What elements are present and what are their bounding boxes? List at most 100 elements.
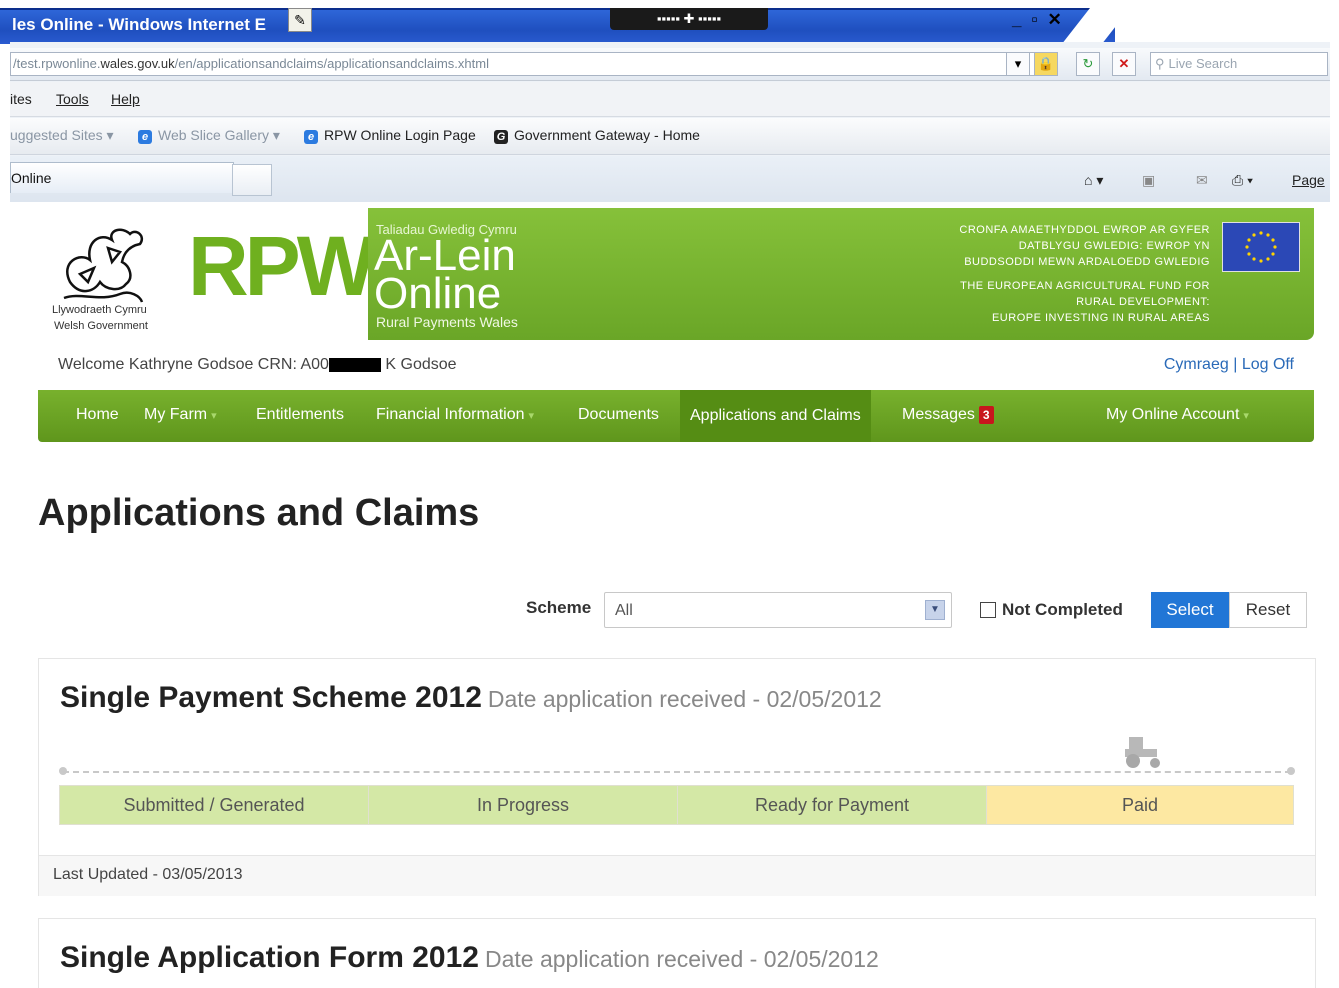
restore-icon[interactable]: ▫: [1031, 10, 1047, 29]
stop-icon[interactable]: ✕: [1112, 52, 1136, 76]
card-title: Single Payment Scheme 2012: [60, 681, 482, 714]
nav-home[interactable]: Home: [76, 406, 119, 424]
welsh-government-logo[interactable]: Llywodraeth Cymru Welsh Government RPW: [38, 208, 376, 340]
not-completed-label[interactable]: Not Completed: [1002, 600, 1123, 620]
mail-icon[interactable]: ✉: [1196, 172, 1208, 189]
chevron-down-icon: ▾: [211, 410, 217, 422]
scheme-selected-value: All: [615, 602, 633, 619]
eu-flag-icon: [1222, 222, 1300, 272]
menu-bar: ites Tools Help: [10, 82, 1330, 117]
online-title: Online: [374, 269, 502, 318]
ie-icon: e: [138, 130, 152, 144]
window-title: les Online - Windows Internet E: [12, 15, 266, 34]
address-prefix: /test.rpwonline.: [13, 56, 101, 71]
web-page: Llywodraeth Cymru Welsh Government RPW T…: [10, 202, 1330, 988]
chevron-down-icon: ▾: [1243, 410, 1249, 422]
tractor-icon: [1125, 737, 1160, 768]
favorites-bar: uggested Sites ▾ e Web Slice Gallery ▾ eR…: [10, 118, 1330, 155]
nav-messages[interactable]: Messages 3: [902, 406, 994, 424]
address-dropdown-icon[interactable]: ▾: [1006, 52, 1030, 76]
search-input[interactable]: ⚲ Live Search: [1150, 52, 1328, 76]
fav-web-slice[interactable]: e Web Slice Gallery ▾: [138, 127, 280, 144]
cymraeg-link[interactable]: Cymraeg: [1164, 356, 1229, 373]
site-banner: Llywodraeth Cymru Welsh Government RPW T…: [38, 208, 1314, 340]
search-icon: ⚲: [1155, 56, 1165, 71]
nav-my-farm[interactable]: My Farm ▾: [144, 406, 217, 424]
close-icon[interactable]: ✕: [1048, 10, 1072, 29]
nav-messages-label: Messages: [902, 406, 975, 423]
menu-help[interactable]: Help: [111, 91, 140, 107]
card-title: Single Application Form 2012: [60, 941, 479, 974]
fullscreen-toolbar-icon[interactable]: ▪▪▪▪▪ ✚ ▪▪▪▪▪: [610, 8, 768, 30]
address-path: /en/applicationsandclaims/applicationsan…: [174, 56, 489, 71]
print-icon[interactable]: ⎙ ▾: [1232, 172, 1253, 189]
dragon-icon: [63, 228, 144, 303]
browser-chrome: /test.rpwonline.wales.gov.uk/en/applicat…: [10, 42, 1330, 202]
home-icon[interactable]: ⌂ ▾: [1084, 172, 1103, 189]
card-date-received: Date application received - 02/05/2012: [484, 946, 879, 972]
fav-rpw-login-label: RPW Online Login Page: [324, 127, 476, 143]
stage-in-progress: In Progress: [368, 785, 678, 825]
nav-documents[interactable]: Documents: [578, 406, 659, 424]
page-title: Applications and Claims: [38, 492, 480, 534]
gateway-icon: G: [494, 130, 508, 144]
eu-text-line: BUDDSODDI MEWN ARDALOEDD GWLEDIG: [964, 256, 1210, 268]
eu-text-line: EUROPE INVESTING IN RURAL AREAS: [991, 312, 1210, 324]
last-updated: Last Updated - 03/05/2013: [53, 866, 243, 883]
status-stages: Submitted / Generated In Progress Ready …: [59, 785, 1295, 825]
tab-active[interactable]: Online: [10, 162, 234, 193]
window-titlebar: les Online - Windows Internet E ✎ ▪▪▪▪▪ …: [0, 0, 1339, 44]
nav-financial-information[interactable]: Financial Information ▾: [376, 406, 534, 424]
feeds-icon[interactable]: ▣: [1142, 172, 1155, 189]
user-short-name: K Godsoe: [385, 356, 457, 373]
card-heading: Single Payment Scheme 2012 Date applicati…: [60, 681, 882, 715]
user-links: Cymraeg | Log Off: [1164, 356, 1294, 374]
scheme-select[interactable]: All ▼: [604, 592, 952, 628]
gov-name-english: Welsh Government: [54, 320, 148, 332]
reset-button[interactable]: Reset: [1229, 592, 1307, 628]
welcome-message: Welcome Kathryne Godsoe CRN: A00 K Godso…: [58, 356, 457, 374]
eu-text-line: THE EUROPEAN AGRICULTURAL FUND FOR: [960, 280, 1210, 292]
eu-text-line: CRONFA AMAETHYDDOL EWROP AR GYFER: [959, 224, 1210, 236]
fav-web-slice-label: Web Slice Gallery ▾: [158, 127, 280, 143]
nav-account-label: My Online Account: [1106, 406, 1240, 423]
welcome-text: Welcome Kathryne Godsoe CRN: A00: [58, 356, 329, 373]
link-separator: |: [1233, 356, 1238, 373]
address-bar-row: /test.rpwonline.wales.gov.uk/en/applicat…: [10, 48, 1330, 81]
rpw-logo: RPW: [188, 219, 376, 313]
eu-text-line: DATBLYGU GWLEDIG: EWROP YN: [1018, 240, 1210, 252]
page-menu[interactable]: Page: [1292, 172, 1325, 188]
nav-my-online-account[interactable]: My Online Account ▾: [1106, 406, 1249, 424]
window-controls[interactable]: _▫✕: [1012, 10, 1072, 30]
card-footer: Last Updated - 03/05/2013: [39, 855, 1315, 896]
fav-suggested-sites[interactable]: uggested Sites ▾: [10, 127, 114, 144]
not-completed-checkbox[interactable]: [980, 602, 996, 618]
nav-financial-label: Financial Information: [376, 406, 525, 423]
fav-government-gateway[interactable]: G Government Gateway - Home: [494, 127, 700, 144]
lock-icon[interactable]: 🔒: [1034, 52, 1058, 76]
select-button[interactable]: Select: [1151, 592, 1229, 628]
nav-applications-and-claims[interactable]: Applications and Claims: [680, 390, 871, 442]
chevron-down-icon[interactable]: ▼: [925, 600, 945, 620]
rpw-online-banner: Taliadau Gwledig Cymru Ar-Lein Online Ru…: [368, 208, 1314, 340]
refresh-icon[interactable]: ↻: [1076, 52, 1100, 76]
new-tab-button[interactable]: [232, 164, 272, 196]
menu-favorites[interactable]: ites: [10, 91, 32, 107]
menu-tools[interactable]: Tools: [56, 91, 89, 107]
rural-payments-wales: Rural Payments Wales: [376, 314, 518, 330]
progress-track: [63, 771, 1291, 773]
gov-name-welsh: Llywodraeth Cymru: [52, 304, 147, 316]
nav-my-farm-label: My Farm: [144, 406, 208, 423]
card-date-received: Date application received - 02/05/2012: [487, 686, 882, 712]
application-card: Single Application Form 2012 Date applica…: [38, 918, 1316, 988]
address-input[interactable]: /test.rpwonline.wales.gov.uk/en/applicat…: [10, 52, 1037, 76]
stage-ready-for-payment: Ready for Payment: [677, 785, 987, 825]
pin-icon[interactable]: ✎: [288, 8, 312, 32]
minimize-icon[interactable]: _: [1012, 10, 1031, 29]
stage-paid: Paid: [986, 785, 1294, 825]
fav-rpw-login[interactable]: e RPW Online Login Page: [304, 127, 476, 144]
crn-redaction: [328, 357, 381, 372]
log-off-link[interactable]: Log Off: [1242, 356, 1294, 373]
nav-entitlements[interactable]: Entitlements: [256, 406, 344, 424]
progress-end-dot: [1287, 767, 1295, 775]
